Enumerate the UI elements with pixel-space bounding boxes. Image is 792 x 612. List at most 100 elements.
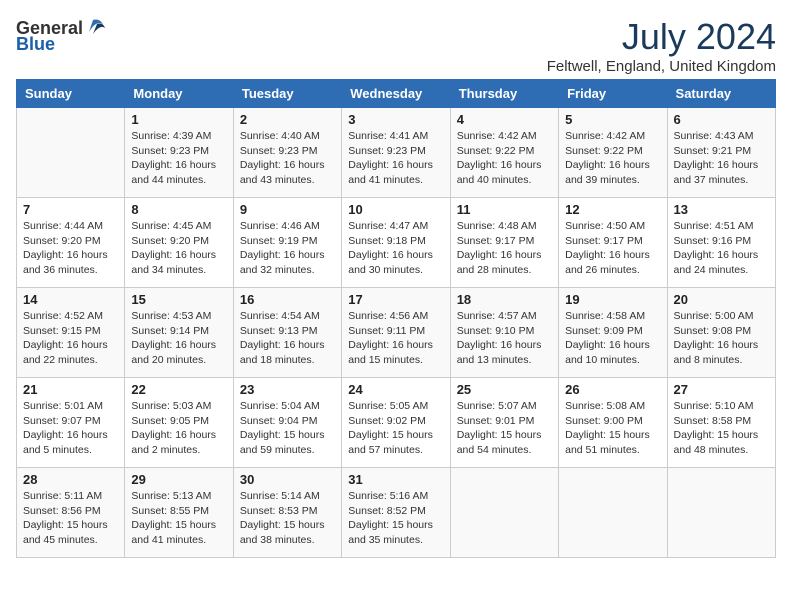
- day-number: 29: [131, 472, 226, 487]
- calendar-cell: 11 Sunrise: 4:48 AMSunset: 9:17 PMDayligh…: [450, 198, 558, 288]
- location-text: Feltwell, England, United Kingdom: [547, 58, 776, 75]
- calendar-cell: 12Sunrise: 4:50 AMSunset: 9:17 PMDayligh…: [559, 198, 667, 288]
- day-number: 15: [131, 292, 226, 307]
- calendar-cell: [450, 468, 558, 558]
- calendar-cell: 26Sunrise: 5:08 AMSunset: 9:00 PMDayligh…: [559, 378, 667, 468]
- day-info: Sunrise: 5:14 AMSunset: 8:53 PMDaylight:…: [240, 489, 335, 548]
- day-number: 9: [240, 202, 335, 217]
- calendar-cell: 28Sunrise: 5:11 AMSunset: 8:56 PMDayligh…: [17, 468, 125, 558]
- calendar-cell: 8Sunrise: 4:45 AMSunset: 9:20 PMDaylight…: [125, 198, 233, 288]
- day-info: Sunrise: 4:42 AMSunset: 9:22 PMDaylight:…: [565, 129, 660, 188]
- column-header-tuesday: Tuesday: [233, 80, 341, 108]
- calendar-header-row: SundayMondayTuesdayWednesdayThursdayFrid…: [17, 80, 776, 108]
- day-number: 4: [457, 112, 552, 127]
- day-info: Sunrise: 4:57 AMSunset: 9:10 PMDaylight:…: [457, 309, 552, 368]
- column-header-saturday: Saturday: [667, 80, 775, 108]
- calendar-cell: 19Sunrise: 4:58 AMSunset: 9:09 PMDayligh…: [559, 288, 667, 378]
- calendar-cell: 21Sunrise: 5:01 AMSunset: 9:07 PMDayligh…: [17, 378, 125, 468]
- day-info: Sunrise: 4:47 AMSunset: 9:18 PMDaylight:…: [348, 219, 443, 278]
- day-info: Sunrise: 5:10 AMSunset: 8:58 PMDaylight:…: [674, 399, 769, 458]
- calendar-cell: 23 Sunrise: 5:04 AMSunset: 9:04 PMDayligh…: [233, 378, 341, 468]
- day-number: 7: [23, 202, 118, 217]
- day-info: Sunrise: 4:44 AMSunset: 9:20 PMDaylight:…: [23, 219, 118, 278]
- logo: General Blue: [16, 16, 107, 55]
- calendar-cell: 6Sunrise: 4:43 AMSunset: 9:21 PMDaylight…: [667, 108, 775, 198]
- day-number: 23: [240, 382, 335, 397]
- day-number: 16: [240, 292, 335, 307]
- day-number: 25: [457, 382, 552, 397]
- calendar-cell: 1Sunrise: 4:39 AMSunset: 9:23 PMDaylight…: [125, 108, 233, 198]
- calendar-table: SundayMondayTuesdayWednesdayThursdayFrid…: [16, 79, 776, 558]
- calendar-cell: 30 Sunrise: 5:14 AMSunset: 8:53 PMDayligh…: [233, 468, 341, 558]
- calendar-cell: 31Sunrise: 5:16 AMSunset: 8:52 PMDayligh…: [342, 468, 450, 558]
- day-number: 17: [348, 292, 443, 307]
- day-info: Sunrise: 5:04 AMSunset: 9:04 PMDaylight:…: [240, 399, 335, 458]
- day-info: Sunrise: 4:41 AMSunset: 9:23 PMDaylight:…: [348, 129, 443, 188]
- day-info: Sunrise: 5:05 AMSunset: 9:02 PMDaylight:…: [348, 399, 443, 458]
- column-header-friday: Friday: [559, 80, 667, 108]
- calendar-cell: 7 Sunrise: 4:44 AMSunset: 9:20 PMDaylight…: [17, 198, 125, 288]
- day-info: Sunrise: 4:46 AMSunset: 9:19 PMDaylight:…: [240, 219, 335, 278]
- calendar-cell: 10 Sunrise: 4:47 AMSunset: 9:18 PMDayligh…: [342, 198, 450, 288]
- calendar-week-row: 21Sunrise: 5:01 AMSunset: 9:07 PMDayligh…: [17, 378, 776, 468]
- day-number: 6: [674, 112, 769, 127]
- logo-blue-text: Blue: [16, 34, 55, 55]
- day-number: 26: [565, 382, 660, 397]
- calendar-cell: 24 Sunrise: 5:05 AMSunset: 9:02 PMDayligh…: [342, 378, 450, 468]
- calendar-cell: 13Sunrise: 4:51 AMSunset: 9:16 PMDayligh…: [667, 198, 775, 288]
- column-header-sunday: Sunday: [17, 80, 125, 108]
- calendar-week-row: 1Sunrise: 4:39 AMSunset: 9:23 PMDaylight…: [17, 108, 776, 198]
- day-number: 13: [674, 202, 769, 217]
- day-number: 27: [674, 382, 769, 397]
- day-info: Sunrise: 4:48 AMSunset: 9:17 PMDaylight:…: [457, 219, 552, 278]
- day-number: 5: [565, 112, 660, 127]
- day-number: 14: [23, 292, 118, 307]
- day-info: Sunrise: 4:52 AMSunset: 9:15 PMDaylight:…: [23, 309, 118, 368]
- day-info: Sunrise: 5:13 AMSunset: 8:55 PMDaylight:…: [131, 489, 226, 548]
- month-title: July 2024: [547, 16, 776, 58]
- column-header-thursday: Thursday: [450, 80, 558, 108]
- title-block: July 2024 Feltwell, England, United King…: [547, 16, 776, 75]
- day-number: 8: [131, 202, 226, 217]
- day-number: 19: [565, 292, 660, 307]
- day-info: Sunrise: 4:42 AMSunset: 9:22 PMDaylight:…: [457, 129, 552, 188]
- day-info: Sunrise: 5:11 AMSunset: 8:56 PMDaylight:…: [23, 489, 118, 548]
- day-number: 10: [348, 202, 443, 217]
- day-number: 2: [240, 112, 335, 127]
- day-info: Sunrise: 4:50 AMSunset: 9:17 PMDaylight:…: [565, 219, 660, 278]
- calendar-cell: 9 Sunrise: 4:46 AMSunset: 9:19 PMDaylight…: [233, 198, 341, 288]
- calendar-cell: 25 Sunrise: 5:07 AMSunset: 9:01 PMDayligh…: [450, 378, 558, 468]
- calendar-cell: 2 Sunrise: 4:40 AMSunset: 9:23 PMDaylight…: [233, 108, 341, 198]
- day-number: 1: [131, 112, 226, 127]
- day-info: Sunrise: 5:07 AMSunset: 9:01 PMDaylight:…: [457, 399, 552, 458]
- day-info: Sunrise: 5:03 AMSunset: 9:05 PMDaylight:…: [131, 399, 226, 458]
- calendar-cell: 27 Sunrise: 5:10 AMSunset: 8:58 PMDayligh…: [667, 378, 775, 468]
- day-info: Sunrise: 5:16 AMSunset: 8:52 PMDaylight:…: [348, 489, 443, 548]
- day-number: 22: [131, 382, 226, 397]
- calendar-cell: [17, 108, 125, 198]
- day-number: 11: [457, 202, 552, 217]
- day-number: 20: [674, 292, 769, 307]
- day-info: Sunrise: 4:56 AMSunset: 9:11 PMDaylight:…: [348, 309, 443, 368]
- calendar-cell: 16 Sunrise: 4:54 AMSunset: 9:13 PMDayligh…: [233, 288, 341, 378]
- day-info: Sunrise: 4:40 AMSunset: 9:23 PMDaylight:…: [240, 129, 335, 188]
- day-number: 3: [348, 112, 443, 127]
- calendar-cell: 14 Sunrise: 4:52 AMSunset: 9:15 PMDayligh…: [17, 288, 125, 378]
- day-number: 30: [240, 472, 335, 487]
- calendar-cell: 18 Sunrise: 4:57 AMSunset: 9:10 PMDayligh…: [450, 288, 558, 378]
- day-info: Sunrise: 5:00 AMSunset: 9:08 PMDaylight:…: [674, 309, 769, 368]
- column-header-monday: Monday: [125, 80, 233, 108]
- calendar-cell: [559, 468, 667, 558]
- calendar-week-row: 14 Sunrise: 4:52 AMSunset: 9:15 PMDayligh…: [17, 288, 776, 378]
- calendar-cell: 20 Sunrise: 5:00 AMSunset: 9:08 PMDayligh…: [667, 288, 775, 378]
- calendar-cell: 29 Sunrise: 5:13 AMSunset: 8:55 PMDayligh…: [125, 468, 233, 558]
- page-header: General Blue July 2024 Feltwell, England…: [16, 16, 776, 75]
- calendar-cell: [667, 468, 775, 558]
- calendar-cell: 5 Sunrise: 4:42 AMSunset: 9:22 PMDaylight…: [559, 108, 667, 198]
- calendar-cell: 15Sunrise: 4:53 AMSunset: 9:14 PMDayligh…: [125, 288, 233, 378]
- calendar-cell: 4 Sunrise: 4:42 AMSunset: 9:22 PMDaylight…: [450, 108, 558, 198]
- day-info: Sunrise: 4:54 AMSunset: 9:13 PMDaylight:…: [240, 309, 335, 368]
- day-number: 18: [457, 292, 552, 307]
- calendar-cell: 17 Sunrise: 4:56 AMSunset: 9:11 PMDayligh…: [342, 288, 450, 378]
- day-number: 24: [348, 382, 443, 397]
